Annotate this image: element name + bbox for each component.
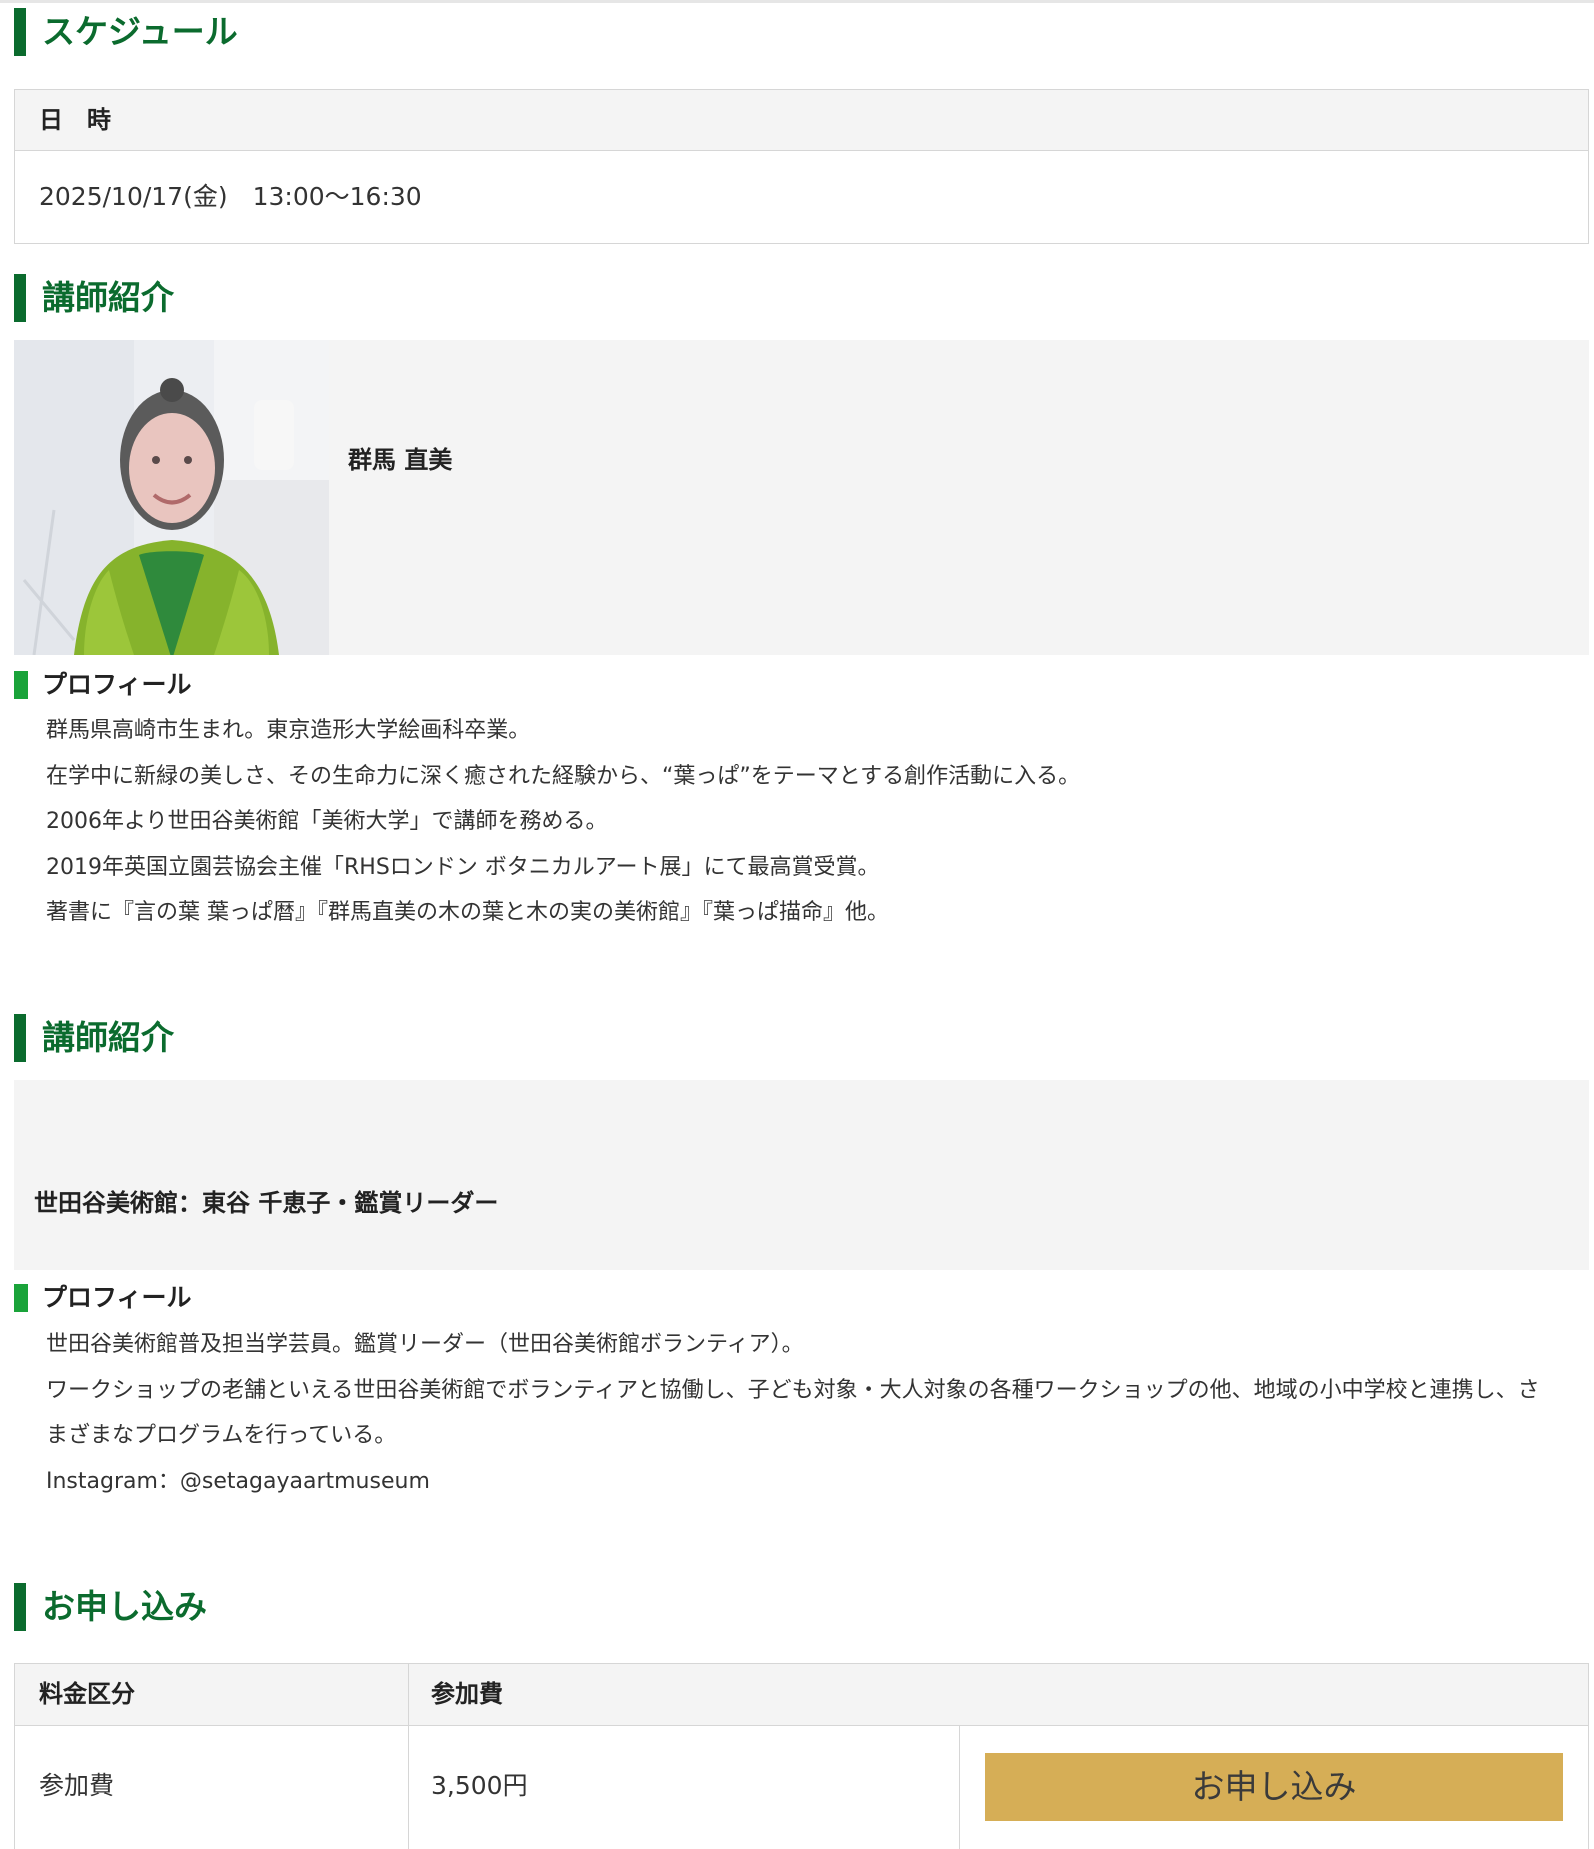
profile-heading-2: プロフィール xyxy=(14,1284,192,1312)
fee-price: 3,500円 xyxy=(431,1771,528,1800)
application-heading: お申し込み xyxy=(14,1583,207,1631)
instructor-portrait-image xyxy=(14,340,329,655)
schedule-heading: スケジュール xyxy=(14,8,238,56)
schedule-header: 日 時 xyxy=(15,90,1588,151)
instructor-card-1: 群馬 直美 xyxy=(14,340,1589,655)
instructor-name: 群馬 直美 xyxy=(348,446,453,474)
profile-line: ワークショップの老舗といえる世田谷美術館でボランティアと協働し、子ども対象・大人… xyxy=(46,1377,1540,1403)
fee-header-price: 参加費 xyxy=(431,1680,503,1708)
schedule-table: 日 時 2025/10/17(金) 13:00〜16:30 xyxy=(14,89,1589,244)
profile-text-2: 世田谷美術館普及担当学芸員。鑑賞リーダー（世田谷美術館ボランティア）。 ワークシ… xyxy=(46,1322,1591,1504)
instructor-heading-1: 講師紹介 xyxy=(14,274,174,322)
profile-line: 2006年より世田谷美術館「美術大学」で講師を務める。 xyxy=(46,809,608,834)
instructor-heading-2: 講師紹介 xyxy=(14,1014,174,1062)
profile-line: まざまなプログラムを行っている。 xyxy=(46,1423,397,1448)
profile-line: Instagram：@setagayaartmuseum xyxy=(46,1468,430,1494)
fee-header-category: 料金区分 xyxy=(39,1680,135,1708)
profile-line: 世田谷美術館普及担当学芸員。鑑賞リーダー（世田谷美術館ボランティア）。 xyxy=(46,1332,804,1357)
fee-category: 参加費 xyxy=(39,1771,115,1800)
profile-text-1: 群馬県高崎市生まれ。東京造形大学絵画科卒業。 在学中に新緑の美しさ、その生命力に… xyxy=(46,708,1591,936)
profile-line: 在学中に新緑の美しさ、その生命力に深く癒された経験から、“葉っぱ”をテーマとする… xyxy=(46,763,1081,789)
apply-button[interactable]: お申し込み xyxy=(985,1753,1563,1821)
instructor-photo xyxy=(14,340,329,655)
schedule-datetime: 2025/10/17(金) 13:00〜16:30 xyxy=(39,182,422,211)
instructor-card-2: 世田谷美術館：東谷 千恵子・鑑賞リーダー xyxy=(14,1080,1589,1270)
fee-table: 料金区分 参加費 参加費 3,500円 お申し込み xyxy=(14,1663,1589,1849)
top-border xyxy=(0,0,1594,3)
column-divider xyxy=(959,1726,960,1849)
profile-line: 群馬県高崎市生まれ。東京造形大学絵画科卒業。 xyxy=(46,718,531,743)
fee-table-header: 料金区分 参加費 xyxy=(15,1664,1588,1726)
instructor-name: 世田谷美術館：東谷 千恵子・鑑賞リーダー xyxy=(34,1189,499,1217)
profile-heading-1: プロフィール xyxy=(14,671,192,699)
profile-line: 2019年英国立園芸協会主催「RHSロンドン ボタニカルアート展」にて最高賞受賞… xyxy=(46,854,880,880)
profile-line: 著書に『言の葉 葉っぱ暦』『群馬直美の木の葉と木の実の美術館』『葉っぱ描命』他。 xyxy=(46,900,889,925)
